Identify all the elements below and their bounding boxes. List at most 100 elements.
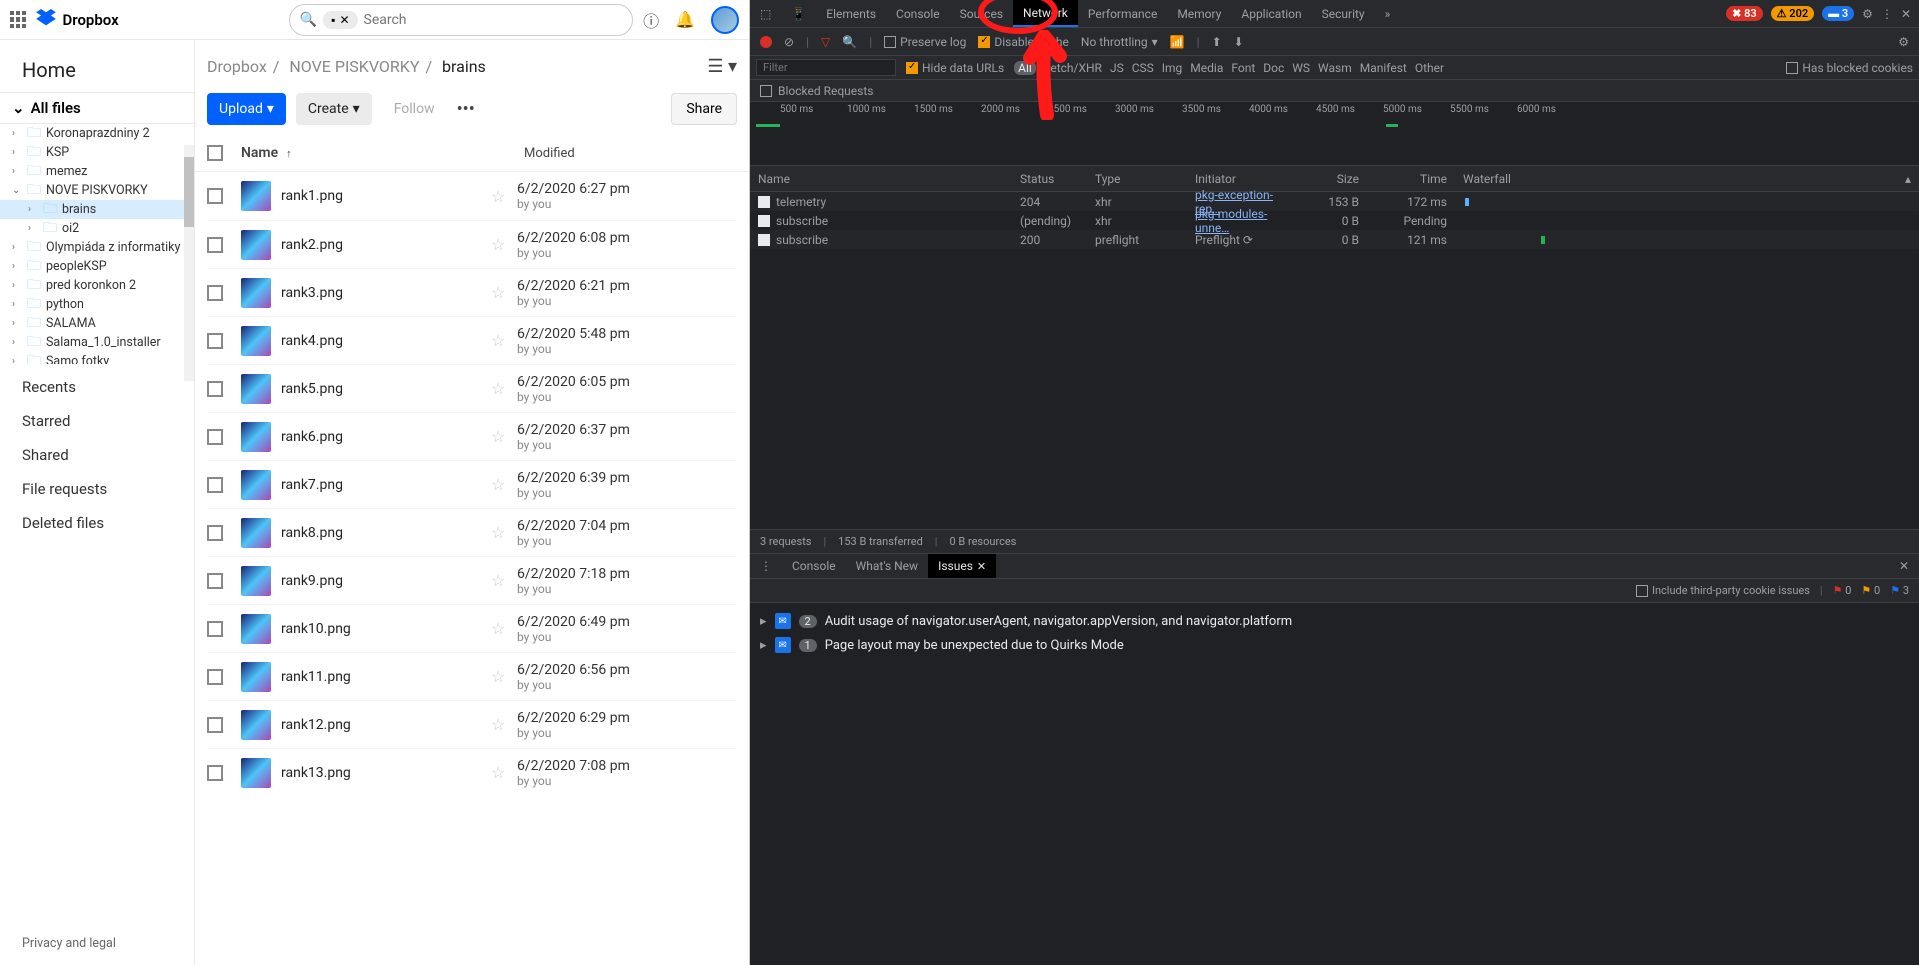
file-name[interactable]: rank2.png bbox=[281, 237, 491, 253]
devtools-tab-sources[interactable]: Sources bbox=[950, 0, 1013, 27]
file-row[interactable]: rank13.png☆6/2/2020 7:08 pmby you bbox=[207, 748, 737, 796]
error-badge[interactable]: ✖ 83 bbox=[1726, 6, 1763, 21]
crumb[interactable]: NOVE PISKVORKY bbox=[289, 57, 419, 76]
file-name[interactable]: rank4.png bbox=[281, 333, 491, 349]
file-row[interactable]: rank9.png☆6/2/2020 7:18 pmby you bbox=[207, 556, 737, 604]
inspect-icon[interactable]: ⬚ bbox=[750, 0, 781, 27]
network-row[interactable]: telemetry204xhrpkg-exception-rep…153 B17… bbox=[750, 192, 1919, 211]
sidebar-link[interactable]: File requests bbox=[22, 480, 172, 498]
file-name[interactable]: rank11.png bbox=[281, 669, 491, 685]
filter-type[interactable]: Wasm bbox=[1318, 61, 1352, 75]
file-name[interactable]: rank5.png bbox=[281, 381, 491, 397]
file-name[interactable]: rank12.png bbox=[281, 717, 491, 733]
sidebar-home[interactable]: Home bbox=[0, 40, 194, 92]
drawer-tab-console[interactable]: Console bbox=[782, 554, 846, 578]
file-name[interactable]: rank7.png bbox=[281, 477, 491, 493]
star-icon[interactable]: ☆ bbox=[491, 427, 517, 446]
filter-type[interactable]: Media bbox=[1190, 61, 1223, 75]
tabbar-more-icon[interactable]: » bbox=[1375, 0, 1401, 27]
pill-close-icon[interactable]: ✕ bbox=[339, 13, 349, 27]
sidebar-link[interactable]: Starred bbox=[22, 412, 172, 430]
file-row[interactable]: rank1.png☆6/2/2020 6:27 pmby you bbox=[207, 172, 737, 220]
upload-button[interactable]: Upload ▾ bbox=[207, 93, 286, 125]
req-initiator[interactable]: pkg-modules-unne… bbox=[1195, 207, 1267, 235]
search-scope-pill[interactable]: ▪✕ bbox=[323, 11, 357, 29]
drawer-tab-issues[interactable]: Issues✕ bbox=[928, 554, 996, 578]
filter-type[interactable]: All bbox=[1014, 61, 1036, 75]
filter-type[interactable]: CSS bbox=[1132, 61, 1154, 75]
file-name[interactable]: rank9.png bbox=[281, 573, 491, 589]
row-checkbox[interactable] bbox=[207, 525, 223, 541]
warning-badge[interactable]: ⚠ 202 bbox=[1771, 6, 1814, 21]
network-row[interactable]: subscribe200preflightPreflight ⟳0 B121 m… bbox=[750, 230, 1919, 249]
filter-type[interactable]: WS bbox=[1292, 61, 1310, 75]
search-input[interactable] bbox=[364, 12, 629, 28]
dropbox-logo[interactable]: Dropbox bbox=[36, 8, 118, 32]
col-status[interactable]: Status bbox=[1012, 172, 1087, 186]
row-checkbox[interactable] bbox=[207, 477, 223, 493]
file-row[interactable]: rank12.png☆6/2/2020 6:29 pmby you bbox=[207, 700, 737, 748]
file-row[interactable]: rank2.png☆6/2/2020 6:08 pmby you bbox=[207, 220, 737, 268]
avatar[interactable] bbox=[711, 6, 739, 34]
star-icon[interactable]: ☆ bbox=[491, 235, 517, 254]
file-row[interactable]: rank8.png☆6/2/2020 7:04 pmby you bbox=[207, 508, 737, 556]
file-name[interactable]: rank8.png bbox=[281, 525, 491, 541]
row-checkbox[interactable] bbox=[207, 188, 223, 204]
file-row[interactable]: rank10.png☆6/2/2020 6:49 pmby you bbox=[207, 604, 737, 652]
folder-tree[interactable]: ›🗀Koronaprazdniny 2›🗀KSP›🗀memez⌄🗀NOVE PI… bbox=[0, 124, 194, 364]
row-checkbox[interactable] bbox=[207, 717, 223, 733]
issue-row[interactable]: ▸✉1Page layout may be unexpected due to … bbox=[750, 633, 1919, 657]
filter-type[interactable]: Other bbox=[1415, 61, 1444, 75]
include-cookie-checkbox[interactable]: Include third-party cookie issues bbox=[1636, 584, 1810, 597]
star-icon[interactable]: ☆ bbox=[491, 619, 517, 638]
hide-data-urls-checkbox[interactable]: Hide data URLs bbox=[906, 61, 1004, 75]
row-checkbox[interactable] bbox=[207, 573, 223, 589]
row-checkbox[interactable] bbox=[207, 429, 223, 445]
filter-type[interactable]: Manifest bbox=[1360, 61, 1407, 75]
crumb[interactable]: Dropbox bbox=[207, 57, 267, 76]
clear-icon[interactable]: ⊘ bbox=[784, 35, 794, 49]
col-initiator[interactable]: Initiator bbox=[1187, 172, 1295, 186]
drawer-tab-whatsnew[interactable]: What's New bbox=[846, 554, 928, 578]
req-initiator[interactable]: Preflight ⟳ bbox=[1195, 233, 1253, 247]
file-list[interactable]: rank1.png☆6/2/2020 6:27 pmby yourank2.pn… bbox=[195, 172, 749, 965]
devtools-tab-application[interactable]: Application bbox=[1231, 0, 1311, 27]
sidebar-footer[interactable]: Privacy and legal bbox=[0, 922, 194, 965]
devtools-tab-memory[interactable]: Memory bbox=[1167, 0, 1231, 27]
share-button[interactable]: Share bbox=[671, 93, 737, 125]
col-size[interactable]: Size bbox=[1295, 172, 1367, 186]
star-icon[interactable]: ☆ bbox=[491, 715, 517, 734]
blocked-cookies-checkbox[interactable]: Has blocked cookies bbox=[1786, 61, 1913, 75]
row-checkbox[interactable] bbox=[207, 237, 223, 253]
col-name[interactable]: Name ↑ bbox=[241, 145, 524, 161]
network-timeline[interactable]: 500 ms1000 ms1500 ms2000 ms2500 ms3000 m… bbox=[750, 102, 1919, 166]
file-row[interactable]: rank11.png☆6/2/2020 6:56 pmby you bbox=[207, 652, 737, 700]
offline-icon[interactable]: 📶 bbox=[1170, 35, 1185, 49]
file-name[interactable]: rank6.png bbox=[281, 429, 491, 445]
row-checkbox[interactable] bbox=[207, 333, 223, 349]
file-name[interactable]: rank3.png bbox=[281, 285, 491, 301]
devtools-tab-elements[interactable]: Elements bbox=[816, 0, 886, 27]
sidebar-link[interactable]: Recents bbox=[22, 378, 172, 396]
network-table-body[interactable]: telemetry204xhrpkg-exception-rep…153 B17… bbox=[750, 192, 1919, 249]
tab-close-icon[interactable]: ✕ bbox=[977, 560, 986, 573]
file-name[interactable]: rank10.png bbox=[281, 621, 491, 637]
row-checkbox[interactable] bbox=[207, 669, 223, 685]
view-toggle-icon[interactable]: ☰ ▾ bbox=[707, 56, 737, 77]
filter-type[interactable]: Img bbox=[1162, 61, 1183, 75]
create-button[interactable]: Create ▾ bbox=[296, 93, 372, 125]
file-name[interactable]: rank13.png bbox=[281, 765, 491, 781]
tree-item[interactable]: ›🗀brains bbox=[0, 200, 194, 219]
sidebar-all-files[interactable]: ⌄ All files bbox=[0, 92, 194, 124]
row-checkbox[interactable] bbox=[207, 381, 223, 397]
network-settings-icon[interactable]: ⚙ bbox=[1898, 35, 1909, 49]
sidebar-link[interactable]: Shared bbox=[22, 446, 172, 464]
download-har-icon[interactable]: ⬇ bbox=[1234, 35, 1244, 49]
col-name[interactable]: Name bbox=[750, 172, 1012, 186]
filter-type[interactable]: Font bbox=[1231, 61, 1255, 75]
info-badge[interactable]: ▬ 3 bbox=[1822, 6, 1854, 21]
device-icon[interactable]: 📱 bbox=[781, 0, 816, 27]
preserve-log-checkbox[interactable]: Preserve log bbox=[884, 35, 966, 49]
devtools-tab-console[interactable]: Console bbox=[886, 0, 950, 27]
row-checkbox[interactable] bbox=[207, 765, 223, 781]
